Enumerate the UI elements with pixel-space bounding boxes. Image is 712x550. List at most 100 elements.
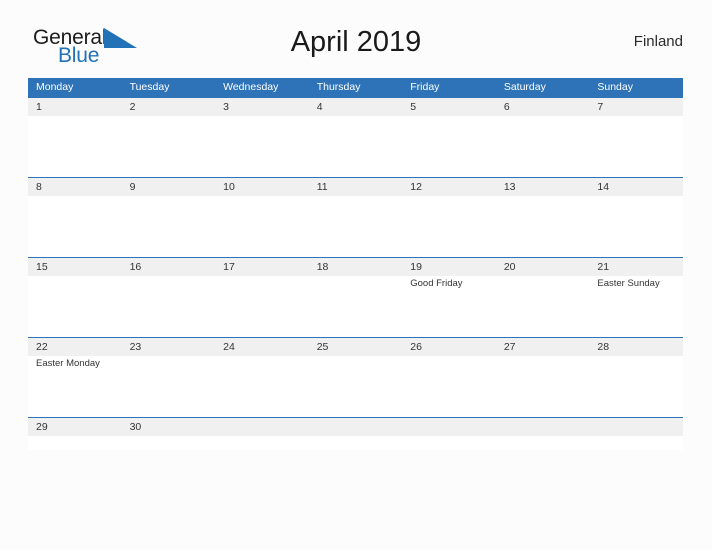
- day-number: [589, 418, 683, 436]
- day-number[interactable]: 19: [402, 258, 496, 276]
- day-number[interactable]: 14: [589, 178, 683, 196]
- day-number[interactable]: 11: [309, 178, 403, 196]
- calendar-week-row: 29 30: [28, 417, 683, 450]
- day-cell[interactable]: [122, 436, 216, 450]
- day-cell[interactable]: Easter Monday: [28, 356, 122, 417]
- day-number[interactable]: 12: [402, 178, 496, 196]
- day-number[interactable]: 22: [28, 338, 122, 356]
- week-body: [28, 116, 683, 177]
- day-number[interactable]: 20: [496, 258, 590, 276]
- calendar-week-row: 8 9 10 11 12 13 14: [28, 177, 683, 257]
- day-cell[interactable]: Easter Sunday: [589, 276, 683, 337]
- weekday-header-saturday: Saturday: [503, 81, 546, 93]
- day-cell: [496, 436, 590, 450]
- week-body: [28, 196, 683, 257]
- day-cell[interactable]: [309, 276, 403, 337]
- day-number: [215, 418, 309, 436]
- page-header: General Blue April 2019 Finland: [0, 22, 712, 74]
- day-number[interactable]: 7: [589, 98, 683, 116]
- day-number[interactable]: 16: [122, 258, 216, 276]
- day-event: Easter Monday: [36, 358, 100, 369]
- week-body: Easter Monday: [28, 356, 683, 417]
- day-cell[interactable]: [215, 116, 309, 177]
- day-cell[interactable]: [402, 196, 496, 257]
- day-number[interactable]: 30: [122, 418, 216, 436]
- weekday-header-monday: Monday: [36, 81, 74, 93]
- day-number[interactable]: 29: [28, 418, 122, 436]
- day-cell[interactable]: Good Friday: [402, 276, 496, 337]
- day-number[interactable]: 10: [215, 178, 309, 196]
- page-title: April 2019: [290, 26, 422, 58]
- day-number: [309, 418, 403, 436]
- day-cell[interactable]: [28, 276, 122, 337]
- day-cell[interactable]: [28, 436, 122, 450]
- week-date-strip: 29 30: [28, 417, 683, 436]
- day-event: Easter Sunday: [597, 278, 660, 289]
- day-cell[interactable]: [309, 196, 403, 257]
- day-cell[interactable]: [589, 356, 683, 417]
- day-cell[interactable]: [496, 116, 590, 177]
- day-cell[interactable]: [496, 356, 590, 417]
- day-number[interactable]: 6: [496, 98, 590, 116]
- day-cell[interactable]: [496, 276, 590, 337]
- week-body: Good Friday Easter Sunday: [28, 276, 683, 337]
- calendar-grid: Monday Tuesday Wednesday Thursday Friday…: [28, 78, 683, 450]
- day-number[interactable]: 3: [215, 98, 309, 116]
- calendar-week-row: 22 23 24 25 26 27 28 Easter Monday: [28, 337, 683, 417]
- day-number: [496, 418, 590, 436]
- day-cell[interactable]: [402, 116, 496, 177]
- day-cell[interactable]: [215, 276, 309, 337]
- weekday-header-row: Monday Tuesday Wednesday Thursday Friday…: [28, 78, 683, 97]
- week-date-strip: 8 9 10 11 12 13 14: [28, 177, 683, 196]
- day-number[interactable]: 18: [309, 258, 403, 276]
- day-number[interactable]: 21: [589, 258, 683, 276]
- day-cell: [402, 436, 496, 450]
- day-cell[interactable]: [589, 116, 683, 177]
- week-date-strip: 22 23 24 25 26 27 28: [28, 337, 683, 356]
- day-number[interactable]: 5: [402, 98, 496, 116]
- day-cell[interactable]: [589, 196, 683, 257]
- weekday-header-friday: Friday: [410, 81, 440, 93]
- day-cell[interactable]: [122, 356, 216, 417]
- day-cell[interactable]: [309, 116, 403, 177]
- week-date-strip: 1 2 3 4 5 6 7: [28, 97, 683, 116]
- day-cell[interactable]: [122, 116, 216, 177]
- day-number[interactable]: 27: [496, 338, 590, 356]
- day-cell[interactable]: [28, 196, 122, 257]
- day-number[interactable]: 28: [589, 338, 683, 356]
- day-event: Good Friday: [410, 278, 463, 289]
- day-number[interactable]: 15: [28, 258, 122, 276]
- day-cell[interactable]: [28, 116, 122, 177]
- calendar-week-row: 1 2 3 4 5 6 7: [28, 97, 683, 177]
- day-number: [402, 418, 496, 436]
- day-cell[interactable]: [122, 276, 216, 337]
- day-number[interactable]: 4: [309, 98, 403, 116]
- day-number[interactable]: 13: [496, 178, 590, 196]
- region-label: Finland: [633, 33, 683, 50]
- day-cell[interactable]: [122, 196, 216, 257]
- day-number[interactable]: 23: [122, 338, 216, 356]
- day-cell[interactable]: [402, 356, 496, 417]
- day-number[interactable]: 24: [215, 338, 309, 356]
- day-number[interactable]: 8: [28, 178, 122, 196]
- day-cell: [309, 436, 403, 450]
- day-cell[interactable]: [215, 356, 309, 417]
- week-body: [28, 436, 683, 450]
- day-number[interactable]: 1: [28, 98, 122, 116]
- day-cell: [215, 436, 309, 450]
- day-cell[interactable]: [215, 196, 309, 257]
- day-number[interactable]: 2: [122, 98, 216, 116]
- day-cell[interactable]: [496, 196, 590, 257]
- calendar-page: General Blue April 2019 Finland Monday T…: [0, 0, 712, 550]
- day-number[interactable]: 25: [309, 338, 403, 356]
- weekday-header-wednesday: Wednesday: [223, 81, 279, 93]
- day-number[interactable]: 9: [122, 178, 216, 196]
- weekday-header-tuesday: Tuesday: [129, 81, 170, 93]
- day-number[interactable]: 17: [215, 258, 309, 276]
- day-number[interactable]: 26: [402, 338, 496, 356]
- weekday-header-thursday: Thursday: [316, 81, 361, 93]
- day-cell[interactable]: [309, 356, 403, 417]
- weekday-header-sunday: Sunday: [597, 81, 633, 93]
- day-cell: [589, 436, 683, 450]
- week-date-strip: 15 16 17 18 19 20 21: [28, 257, 683, 276]
